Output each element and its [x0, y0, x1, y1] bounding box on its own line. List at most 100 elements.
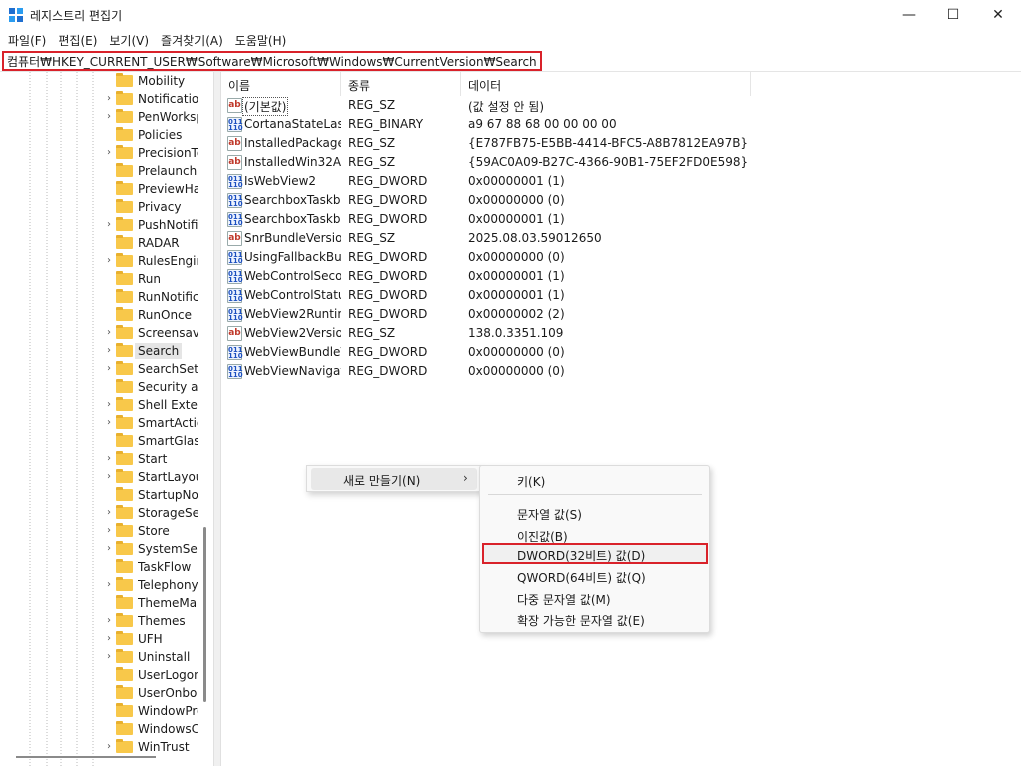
tree-item[interactable]: WindowProperties: [104, 702, 204, 720]
key-tree-pane[interactable]: Mobility › Notifications › PenWorkspace Polic…: [0, 72, 213, 766]
tree-item[interactable]: RunNotification: [104, 288, 204, 306]
value-row[interactable]: 011 110WebControlStatus REG_DWORD 0x000000…: [221, 286, 781, 305]
tree-item[interactable]: Privacy: [104, 198, 204, 216]
submenu-item[interactable]: 다중 문자열 값(M): [484, 588, 707, 609]
address-bar[interactable]: 컴퓨터₩HKEY_CURRENT_USER₩Software₩Microsoft…: [0, 50, 1021, 72]
tree-item[interactable]: TaskFlow: [104, 558, 204, 576]
column-header-name[interactable]: 이름: [221, 72, 341, 96]
address-path[interactable]: 컴퓨터₩HKEY_CURRENT_USER₩Software₩Microsoft…: [2, 51, 542, 71]
chevron-right-icon[interactable]: ›: [104, 362, 114, 376]
chevron-right-icon[interactable]: ›: [104, 326, 114, 340]
tree-item[interactable]: Policies: [104, 126, 204, 144]
tree-item[interactable]: PreviewHandlers: [104, 180, 204, 198]
chevron-right-icon[interactable]: ›: [104, 398, 114, 412]
submenu-item[interactable]: 문자열 값(S): [484, 503, 707, 524]
value-row[interactable]: ab WebView2Version REG_SZ 138.0.3351.109: [221, 324, 781, 343]
tree-item[interactable]: SmartGlass: [104, 432, 204, 450]
tree-item[interactable]: › Start: [104, 450, 204, 468]
chevron-right-icon[interactable]: ›: [104, 578, 114, 592]
tree-vertical-scrollbar[interactable]: [203, 527, 206, 702]
value-row[interactable]: abInstalledPackagedAppsRevision REG_SZ {E7…: [221, 134, 781, 153]
tree-item[interactable]: Mobility: [104, 72, 204, 90]
value-row[interactable]: abInstalledWin32AppsRevision REG_SZ {59AC0…: [221, 153, 781, 172]
tree-item[interactable]: › SmartActionPlatform: [104, 414, 204, 432]
value-row[interactable]: 011 110WebView2RuntimeReady REG_DWORD 0x00…: [221, 305, 781, 324]
tree-item[interactable]: › SearchSettings: [104, 360, 204, 378]
tree-item[interactable]: › WinTrust: [104, 738, 204, 756]
tree-item[interactable]: › PenWorkspace: [104, 108, 204, 126]
tree-item[interactable]: › Search: [104, 342, 204, 360]
tree-item[interactable]: › StartLayout: [104, 468, 204, 486]
tree-item[interactable]: › Shell Extensions: [104, 396, 204, 414]
chevron-right-icon[interactable]: ›: [104, 740, 114, 754]
column-header-type[interactable]: 종류: [341, 72, 461, 96]
menu-file[interactable]: 파일(F): [6, 30, 52, 50]
submenu-item[interactable]: DWORD(32비트) 값(D): [482, 543, 708, 564]
tree-item[interactable]: › PushNotifications: [104, 216, 204, 234]
tree-item[interactable]: › Screensavers: [104, 324, 204, 342]
chevron-right-icon[interactable]: ›: [104, 506, 114, 520]
tree-item[interactable]: › UFH: [104, 630, 204, 648]
tree-item[interactable]: › RulesEngine: [104, 252, 204, 270]
submenu-item-key[interactable]: 키(K): [484, 470, 707, 491]
tree-item[interactable]: Prelaunch: [104, 162, 204, 180]
chevron-right-icon[interactable]: ›: [104, 452, 114, 466]
value-row[interactable]: 011 110CortanaStateLastRun REG_BINARY a9 6…: [221, 115, 781, 134]
chevron-right-icon[interactable]: ›: [104, 416, 114, 430]
menu-help[interactable]: 도움말(H): [233, 30, 293, 50]
tree-item[interactable]: › Themes: [104, 612, 204, 630]
tree-horizontal-scrollbar[interactable]: [16, 756, 156, 758]
tree-item[interactable]: Run: [104, 270, 204, 288]
chevron-right-icon[interactable]: ›: [104, 218, 114, 232]
value-row[interactable]: ab SnrBundleVersion REG_SZ 2025.08.03.59012…: [221, 229, 781, 248]
values-pane[interactable]: 이름 종류 데이터 ab (기본값) REG_SZ (값 설정 안 됨) 011 110…: [221, 72, 1021, 766]
value-row[interactable]: 011 110WebViewBundleVersion REG_DWORD 0x00…: [221, 343, 781, 362]
tree-item[interactable]: ThemeManager: [104, 594, 204, 612]
tree-item[interactable]: › Uninstall: [104, 648, 204, 666]
value-row[interactable]: 011 110WebViewNavigation REG_DWORD 0x00000…: [221, 362, 781, 381]
chevron-right-icon[interactable]: ›: [104, 524, 114, 538]
maximize-button[interactable]: ☐: [930, 0, 976, 30]
chevron-right-icon[interactable]: ›: [104, 614, 114, 628]
tree-item[interactable]: UserLogonTasks: [104, 666, 204, 684]
chevron-right-icon[interactable]: ›: [104, 92, 114, 106]
column-header-data[interactable]: 데이터: [461, 72, 751, 96]
chevron-right-icon[interactable]: ›: [104, 344, 114, 358]
chevron-right-icon[interactable]: ›: [104, 254, 114, 268]
submenu-item[interactable]: QWORD(64비트) 값(Q): [484, 566, 707, 587]
tree-item[interactable]: › SystemSettings: [104, 540, 204, 558]
tree-item[interactable]: Security and Maintenance: [104, 378, 204, 396]
tree-item[interactable]: RADAR: [104, 234, 204, 252]
tree-item[interactable]: › Telephony: [104, 576, 204, 594]
minimize-button[interactable]: —: [886, 0, 932, 30]
tree-item[interactable]: WindowsCopilot: [104, 720, 204, 738]
tree-item[interactable]: › PrecisionTouchPad: [104, 144, 204, 162]
chevron-right-icon[interactable]: ›: [104, 632, 114, 646]
chevron-right-icon[interactable]: ›: [104, 470, 114, 484]
tree-item[interactable]: › StorageSense: [104, 504, 204, 522]
menu-edit[interactable]: 편집(E): [56, 30, 103, 50]
tree-item[interactable]: › Notifications: [104, 90, 204, 108]
chevron-right-icon[interactable]: ›: [104, 146, 114, 160]
chevron-right-icon[interactable]: ›: [104, 542, 114, 556]
chevron-right-icon[interactable]: ›: [104, 650, 114, 664]
tree-item[interactable]: UserOnboarding: [104, 684, 204, 702]
tree-item[interactable]: › Store: [104, 522, 204, 540]
value-row[interactable]: 011 110SearchboxTaskbarModeCache REG_DWOR…: [221, 210, 781, 229]
value-row[interactable]: 011 110SearchboxTaskbarMode REG_DWORD 0x00…: [221, 191, 781, 210]
tree-item-label: Prelaunch: [138, 164, 198, 178]
value-row[interactable]: 011 110WebControlSecondaryStatus REG_DWOR…: [221, 267, 781, 286]
tree-item[interactable]: RunOnce: [104, 306, 204, 324]
menu-favorites[interactable]: 즐겨찾기(A): [159, 30, 229, 50]
menu-view[interactable]: 보기(V): [107, 30, 155, 50]
value-row[interactable]: 011 110UsingFallbackBundle REG_DWORD 0x000…: [221, 248, 781, 267]
tree-item[interactable]: StartupNotify: [104, 486, 204, 504]
close-button[interactable]: ✕: [975, 0, 1021, 30]
folder-icon: [116, 109, 133, 123]
submenu-item[interactable]: 확장 가능한 문자열 값(E): [484, 609, 707, 630]
menu-item-new[interactable]: 새로 만들기(N) ›: [311, 468, 477, 490]
pane-splitter[interactable]: [213, 72, 221, 766]
value-row[interactable]: ab (기본값) REG_SZ (값 설정 안 됨): [221, 96, 781, 116]
value-row[interactable]: 011 110 IsWebView2 REG_DWORD 0x00000001 (1): [221, 172, 781, 191]
chevron-right-icon[interactable]: ›: [104, 110, 114, 124]
